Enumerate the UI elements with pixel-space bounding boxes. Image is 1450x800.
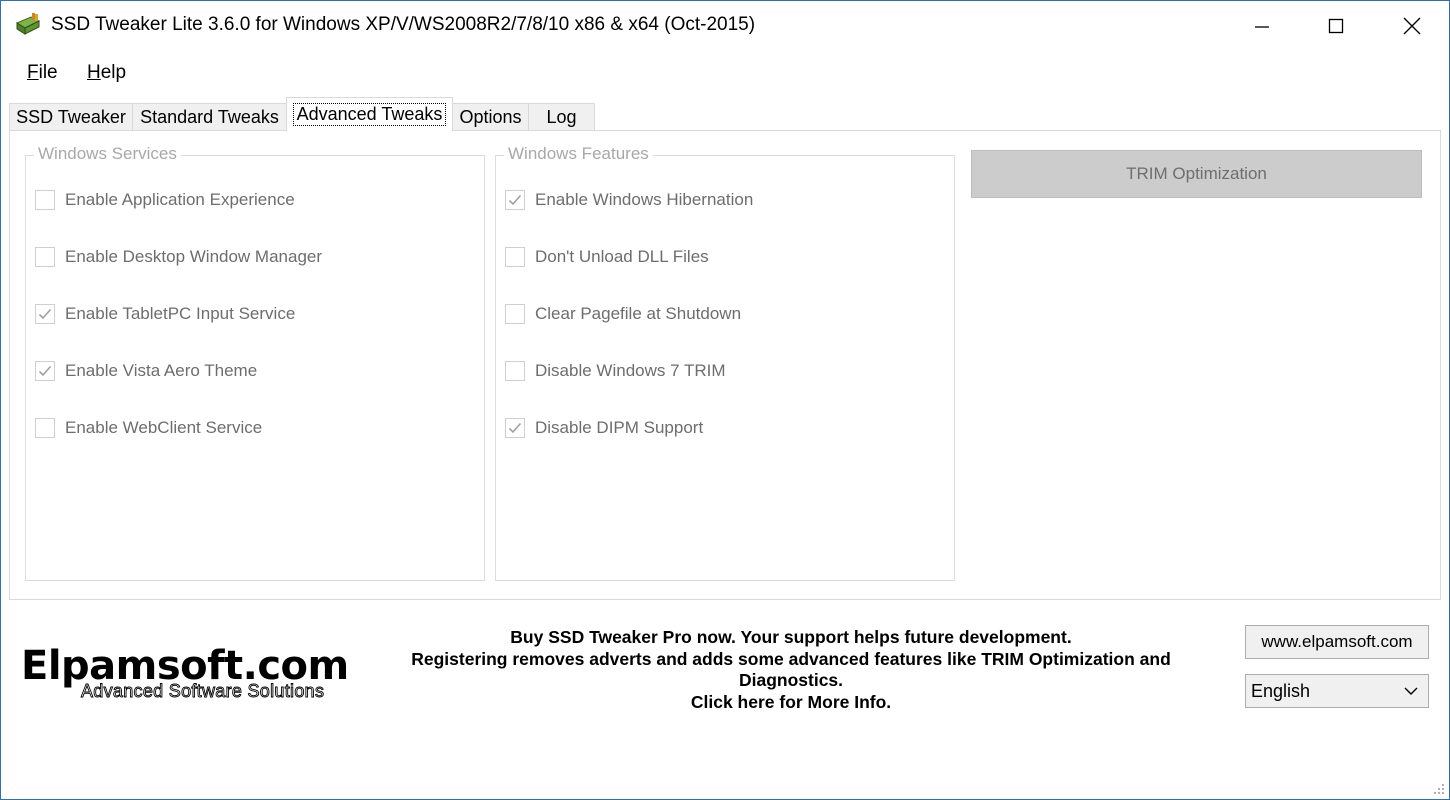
close-icon bbox=[1403, 17, 1421, 35]
checkbox-label: Enable Application Experience bbox=[65, 190, 295, 209]
checkbox-windows-hibernation[interactable]: Enable Windows Hibernation bbox=[505, 189, 753, 211]
menu-file-label: ile bbox=[38, 62, 58, 83]
menu-bar: File Help bbox=[1, 57, 1449, 89]
checkbox-label: Enable WebClient Service bbox=[65, 418, 263, 437]
checkbox-box[interactable] bbox=[35, 247, 55, 267]
menu-help-label: elp bbox=[100, 62, 127, 83]
tab-log[interactable]: Log bbox=[528, 103, 595, 131]
checkbox-box[interactable] bbox=[505, 418, 525, 438]
promo-line: Diagnostics. bbox=[738, 670, 844, 690]
checkmark-icon bbox=[508, 422, 522, 434]
logo-tagline: Advanced Software Solutions bbox=[81, 681, 325, 702]
checkbox-label: Enable Desktop Window Manager bbox=[65, 247, 323, 266]
maximize-button[interactable] bbox=[1301, 1, 1371, 51]
menu-file[interactable]: File bbox=[27, 62, 58, 84]
checkbox-label: Enable Vista Aero Theme bbox=[65, 361, 258, 380]
tab-ssd-tweaker[interactable]: SSD Tweaker bbox=[9, 103, 133, 131]
tab-advanced-tweaks[interactable]: Advanced Tweaks bbox=[286, 97, 453, 131]
checkbox-clear-pagefile[interactable]: Clear Pagefile at Shutdown bbox=[505, 303, 741, 325]
checkbox-webclient-service[interactable]: Enable WebClient Service bbox=[35, 417, 262, 439]
menu-file-mnemonic: F bbox=[27, 62, 39, 83]
checkbox-box[interactable] bbox=[505, 361, 525, 381]
elpamsoft-logo[interactable]: Elpamsoft.com Advanced Software Solution… bbox=[21, 643, 351, 705]
tab-label: Advanced Tweaks bbox=[292, 103, 447, 126]
tab-options[interactable]: Options bbox=[452, 103, 529, 131]
trim-optimization-button[interactable]: TRIM Optimization bbox=[971, 150, 1422, 198]
checkbox-box[interactable] bbox=[35, 361, 55, 381]
window-title: SSD Tweaker Lite 3.6.0 for Windows XP/V/… bbox=[51, 14, 756, 35]
promo-text[interactable]: Buy SSD Tweaker Pro now. Your support he… bbox=[361, 627, 1221, 713]
menu-help-mnemonic: H bbox=[87, 62, 101, 83]
checkbox-vista-aero-theme[interactable]: Enable Vista Aero Theme bbox=[35, 360, 257, 382]
checkbox-disable-dipm[interactable]: Disable DIPM Support bbox=[505, 417, 703, 439]
checkbox-label: Enable Windows Hibernation bbox=[535, 190, 754, 209]
windows-services-legend: Windows Services bbox=[34, 144, 181, 164]
windows-features-group: Windows Features Enable Windows Hibernat… bbox=[495, 144, 955, 581]
promo-more-info-link[interactable]: Click here for More Info. bbox=[361, 692, 1221, 714]
promo-line: Registering removes adverts and adds som… bbox=[411, 648, 1171, 669]
checkbox-box[interactable] bbox=[35, 190, 55, 210]
tab-label: SSD Tweaker bbox=[16, 107, 126, 127]
checkbox-tabletpc-input[interactable]: Enable TabletPC Input Service bbox=[35, 303, 295, 325]
ssd-drive-icon bbox=[15, 13, 41, 35]
tab-strip: SSD Tweaker Standard Tweaks Advanced Twe… bbox=[9, 97, 609, 131]
checkmark-icon bbox=[38, 365, 52, 377]
checkbox-box[interactable] bbox=[35, 304, 55, 324]
checkbox-disable-win7-trim[interactable]: Disable Windows 7 TRIM bbox=[505, 360, 726, 382]
tab-standard-tweaks[interactable]: Standard Tweaks bbox=[132, 103, 287, 131]
tab-label: Log bbox=[546, 107, 577, 127]
windows-features-legend: Windows Features bbox=[504, 144, 653, 164]
checkbox-label: Don't Unload DLL Files bbox=[535, 247, 709, 266]
advanced-tweaks-panel: Windows Services Enable Application Expe… bbox=[9, 130, 1441, 600]
close-button[interactable] bbox=[1377, 1, 1447, 51]
language-selected-value: English bbox=[1251, 680, 1311, 701]
checkbox-box[interactable] bbox=[35, 418, 55, 438]
maximize-icon bbox=[1328, 18, 1344, 34]
checkbox-label: Clear Pagefile at Shutdown bbox=[535, 304, 742, 323]
tab-label: Options bbox=[459, 107, 522, 127]
checkbox-box[interactable] bbox=[505, 247, 525, 267]
menu-help[interactable]: Help bbox=[87, 62, 126, 84]
windows-services-group: Windows Services Enable Application Expe… bbox=[25, 144, 485, 581]
website-button[interactable]: www.elpamsoft.com bbox=[1245, 625, 1429, 659]
checkbox-dont-unload-dll[interactable]: Don't Unload DLL Files bbox=[505, 246, 709, 268]
minimize-button[interactable] bbox=[1227, 1, 1297, 51]
minimize-icon bbox=[1255, 26, 1269, 28]
checkmark-icon bbox=[508, 194, 522, 206]
resize-grip-icon[interactable] bbox=[1431, 781, 1445, 795]
promo-line: Buy SSD Tweaker Pro now. Your support he… bbox=[510, 627, 1072, 647]
checkbox-box[interactable] bbox=[505, 304, 525, 324]
checkbox-application-experience[interactable]: Enable Application Experience bbox=[35, 189, 295, 211]
checkbox-box[interactable] bbox=[505, 190, 525, 210]
language-select[interactable]: English bbox=[1245, 674, 1429, 708]
title-bar[interactable]: SSD Tweaker Lite 3.6.0 for Windows XP/V/… bbox=[1, 1, 1449, 51]
checkbox-desktop-window-manager[interactable]: Enable Desktop Window Manager bbox=[35, 246, 322, 268]
tab-label: Standard Tweaks bbox=[140, 107, 279, 127]
checkbox-label: Enable TabletPC Input Service bbox=[65, 304, 296, 323]
main-window: SSD Tweaker Lite 3.6.0 for Windows XP/V/… bbox=[0, 0, 1450, 800]
checkmark-icon bbox=[38, 308, 52, 320]
chevron-down-icon bbox=[1404, 687, 1418, 695]
checkbox-label: Disable Windows 7 TRIM bbox=[535, 361, 726, 380]
checkbox-label: Disable DIPM Support bbox=[535, 418, 704, 437]
